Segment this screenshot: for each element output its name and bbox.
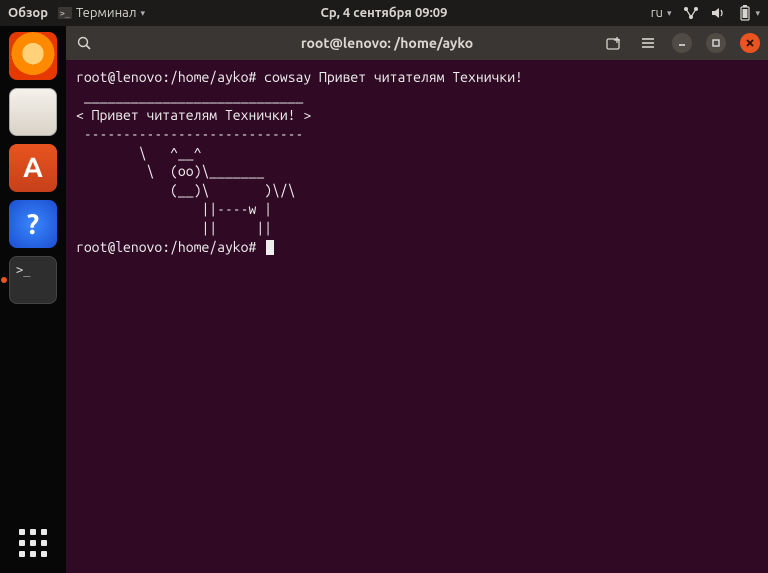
show-applications-button[interactable] xyxy=(17,527,49,559)
window-area: root@lenovo: /home/ayko xyxy=(66,26,768,573)
keyboard-layout[interactable]: ru ▾ xyxy=(651,6,672,20)
dock-item-firefox[interactable] xyxy=(9,32,57,80)
volume-icon[interactable] xyxy=(711,6,727,20)
terminal-window: root@lenovo: /home/ayko xyxy=(66,26,768,573)
cowsay-message: < Привет читателям Технички! > xyxy=(76,107,311,123)
menu-icon xyxy=(641,37,655,49)
command-text: cowsay Привет читателям Технички! xyxy=(264,69,523,85)
activities-button[interactable]: Обзор xyxy=(8,6,48,20)
window-titlebar: root@lenovo: /home/ayko xyxy=(66,26,768,60)
svg-text:>_: >_ xyxy=(60,9,70,18)
app-menu[interactable]: >_ Терминал ▾ xyxy=(58,6,145,20)
cowsay-art: ||----w | xyxy=(76,201,272,217)
dock-item-help[interactable]: ? xyxy=(9,200,57,248)
top-panel: Обзор >_ Терминал ▾ Ср, 4 сентября 09:09… xyxy=(0,0,768,26)
minimize-icon xyxy=(677,38,687,48)
cowsay-border-bottom: ---------------------------- xyxy=(76,126,303,142)
minimize-button[interactable] xyxy=(672,33,692,53)
software-glyph: A xyxy=(23,154,43,182)
chevron-down-icon: ▾ xyxy=(755,8,760,19)
clock[interactable]: Ср, 4 сентября 09:09 xyxy=(321,6,448,20)
close-icon xyxy=(745,38,755,48)
dock: A ? >_ xyxy=(0,26,66,573)
window-title: root@lenovo: /home/ayko xyxy=(194,35,580,51)
prompt: root@lenovo:/home/ayko# xyxy=(76,69,264,85)
dock-item-files[interactable] xyxy=(9,88,57,136)
keyboard-layout-label: ru xyxy=(651,6,663,20)
hamburger-menu[interactable] xyxy=(638,33,658,53)
cowsay-art: (__)\ )\/\ xyxy=(76,182,296,198)
maximize-button[interactable] xyxy=(706,33,726,53)
terminal-glyph: >_ xyxy=(16,263,30,277)
battery-icon[interactable]: ▾ xyxy=(739,5,760,21)
chevron-down-icon: ▾ xyxy=(140,8,145,19)
cursor xyxy=(266,240,274,255)
cowsay-art: \ ^__^ xyxy=(76,145,201,161)
cowsay-border-top: ____________________________ xyxy=(76,88,303,104)
terminal-output[interactable]: root@lenovo:/home/ayko# cowsay Привет чи… xyxy=(66,60,768,573)
network-icon[interactable] xyxy=(683,6,699,20)
dock-item-software[interactable]: A xyxy=(9,144,57,192)
cowsay-art: \ (oo)\_______ xyxy=(76,163,264,179)
chevron-down-icon: ▾ xyxy=(667,8,672,19)
search-icon xyxy=(76,35,92,51)
new-tab-icon xyxy=(606,36,622,50)
cowsay-art: || || xyxy=(76,220,272,236)
app-menu-label: Терминал xyxy=(76,6,136,20)
new-tab-button[interactable] xyxy=(604,33,624,53)
search-button[interactable] xyxy=(74,33,94,53)
terminal-menu-icon: >_ xyxy=(58,7,72,19)
close-button[interactable] xyxy=(740,33,760,53)
maximize-icon xyxy=(711,38,721,48)
help-glyph: ? xyxy=(27,209,39,240)
prompt: root@lenovo:/home/ayko# xyxy=(76,239,264,255)
dock-item-terminal[interactable]: >_ xyxy=(9,256,57,304)
